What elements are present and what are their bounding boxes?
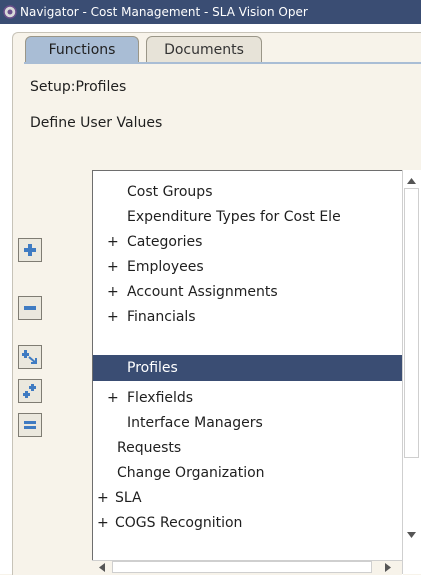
function-path: Setup:Profiles xyxy=(30,79,127,95)
tree-item-label: Interface Managers xyxy=(127,414,263,431)
tree-item[interactable]: + Flexfields xyxy=(93,385,404,410)
expand-branch-icon xyxy=(22,350,37,364)
scroll-down-button[interactable] xyxy=(404,528,419,542)
tree-item[interactable]: Expenditure Types for Cost Ele xyxy=(93,204,404,229)
tab-documents-label: Documents xyxy=(164,41,244,58)
plus-icon xyxy=(24,244,36,256)
tree-item[interactable]: Requests xyxy=(93,435,404,460)
tree-item-prefix: + xyxy=(107,308,119,325)
tree-item[interactable]: + COGS Recognition xyxy=(93,510,404,535)
tab-functions[interactable]: Functions xyxy=(25,36,139,62)
tree-item-label: Financials xyxy=(127,308,196,325)
tree-item[interactable]: Interface Managers xyxy=(93,410,404,435)
tree-item-label: COGS Recognition xyxy=(115,514,243,531)
tree-item-label: Cost Groups xyxy=(127,183,213,200)
tree-item-label: Categories xyxy=(127,233,203,250)
tree-item-prefix: + xyxy=(107,233,119,250)
tree-item[interactable]: + Employees xyxy=(93,254,404,279)
tree-item-label: Profiles xyxy=(127,360,178,376)
function-description: Define User Values xyxy=(30,115,163,131)
app-icon xyxy=(3,5,17,19)
expand-branch-button[interactable] xyxy=(18,345,42,369)
scroll-up-button[interactable] xyxy=(404,174,419,188)
tree-item-label: Requests xyxy=(117,439,182,456)
expand-button[interactable] xyxy=(18,238,42,262)
expand-all-icon xyxy=(23,384,36,398)
scroll-left-button[interactable] xyxy=(94,560,109,574)
tree-item-prefix: + xyxy=(107,389,119,406)
tree-item[interactable]: + Categories xyxy=(93,229,404,254)
vertical-scroll-thumb[interactable] xyxy=(404,188,419,458)
arrow-up-icon xyxy=(407,178,416,184)
tree-item-label: Expenditure Types for Cost Ele xyxy=(127,208,341,225)
tree-item-selected[interactable]: Profiles xyxy=(93,355,404,381)
tab-functions-label: Functions xyxy=(48,41,116,58)
tree-item[interactable]: + Account Assignments xyxy=(93,279,404,304)
tree-item[interactable]: + Financials xyxy=(93,304,404,329)
tab-divider xyxy=(24,62,421,64)
tree-item-prefix: + xyxy=(107,283,119,300)
arrow-right-icon xyxy=(384,562,391,572)
tree-item[interactable]: Change Organization xyxy=(93,460,404,485)
tree-item-prefix: + xyxy=(107,258,119,275)
tree-item-prefix: + xyxy=(97,514,109,531)
tree-item[interactable]: Cost Groups xyxy=(93,179,404,204)
arrow-down-icon xyxy=(407,532,416,538)
tree-item-prefix: + xyxy=(97,489,109,506)
tree-item-label: Account Assignments xyxy=(127,283,278,300)
expand-all-button[interactable] xyxy=(18,379,42,403)
tree-item-label: Change Organization xyxy=(117,464,265,481)
title-bar: Navigator - Cost Management - SLA Vision… xyxy=(0,0,421,24)
arrow-left-icon xyxy=(98,562,105,572)
horizontal-scroll-thumb[interactable] xyxy=(112,561,372,573)
collapse-all-icon xyxy=(24,421,36,429)
tree-item-label: Flexfields xyxy=(127,389,194,406)
tree-item-label: Employees xyxy=(127,258,204,275)
minus-icon xyxy=(24,306,36,310)
tree-item[interactable]: + SLA xyxy=(93,485,404,510)
function-tree[interactable]: Cost Groups Expenditure Types for Cost E… xyxy=(92,170,404,575)
scroll-right-button[interactable] xyxy=(380,560,395,574)
tree-item-label: SLA xyxy=(115,489,142,506)
tab-documents[interactable]: Documents xyxy=(146,36,262,62)
window-title: Navigator - Cost Management - SLA Vision… xyxy=(20,5,308,19)
collapse-all-button[interactable] xyxy=(18,413,42,437)
collapse-button[interactable] xyxy=(18,296,42,320)
